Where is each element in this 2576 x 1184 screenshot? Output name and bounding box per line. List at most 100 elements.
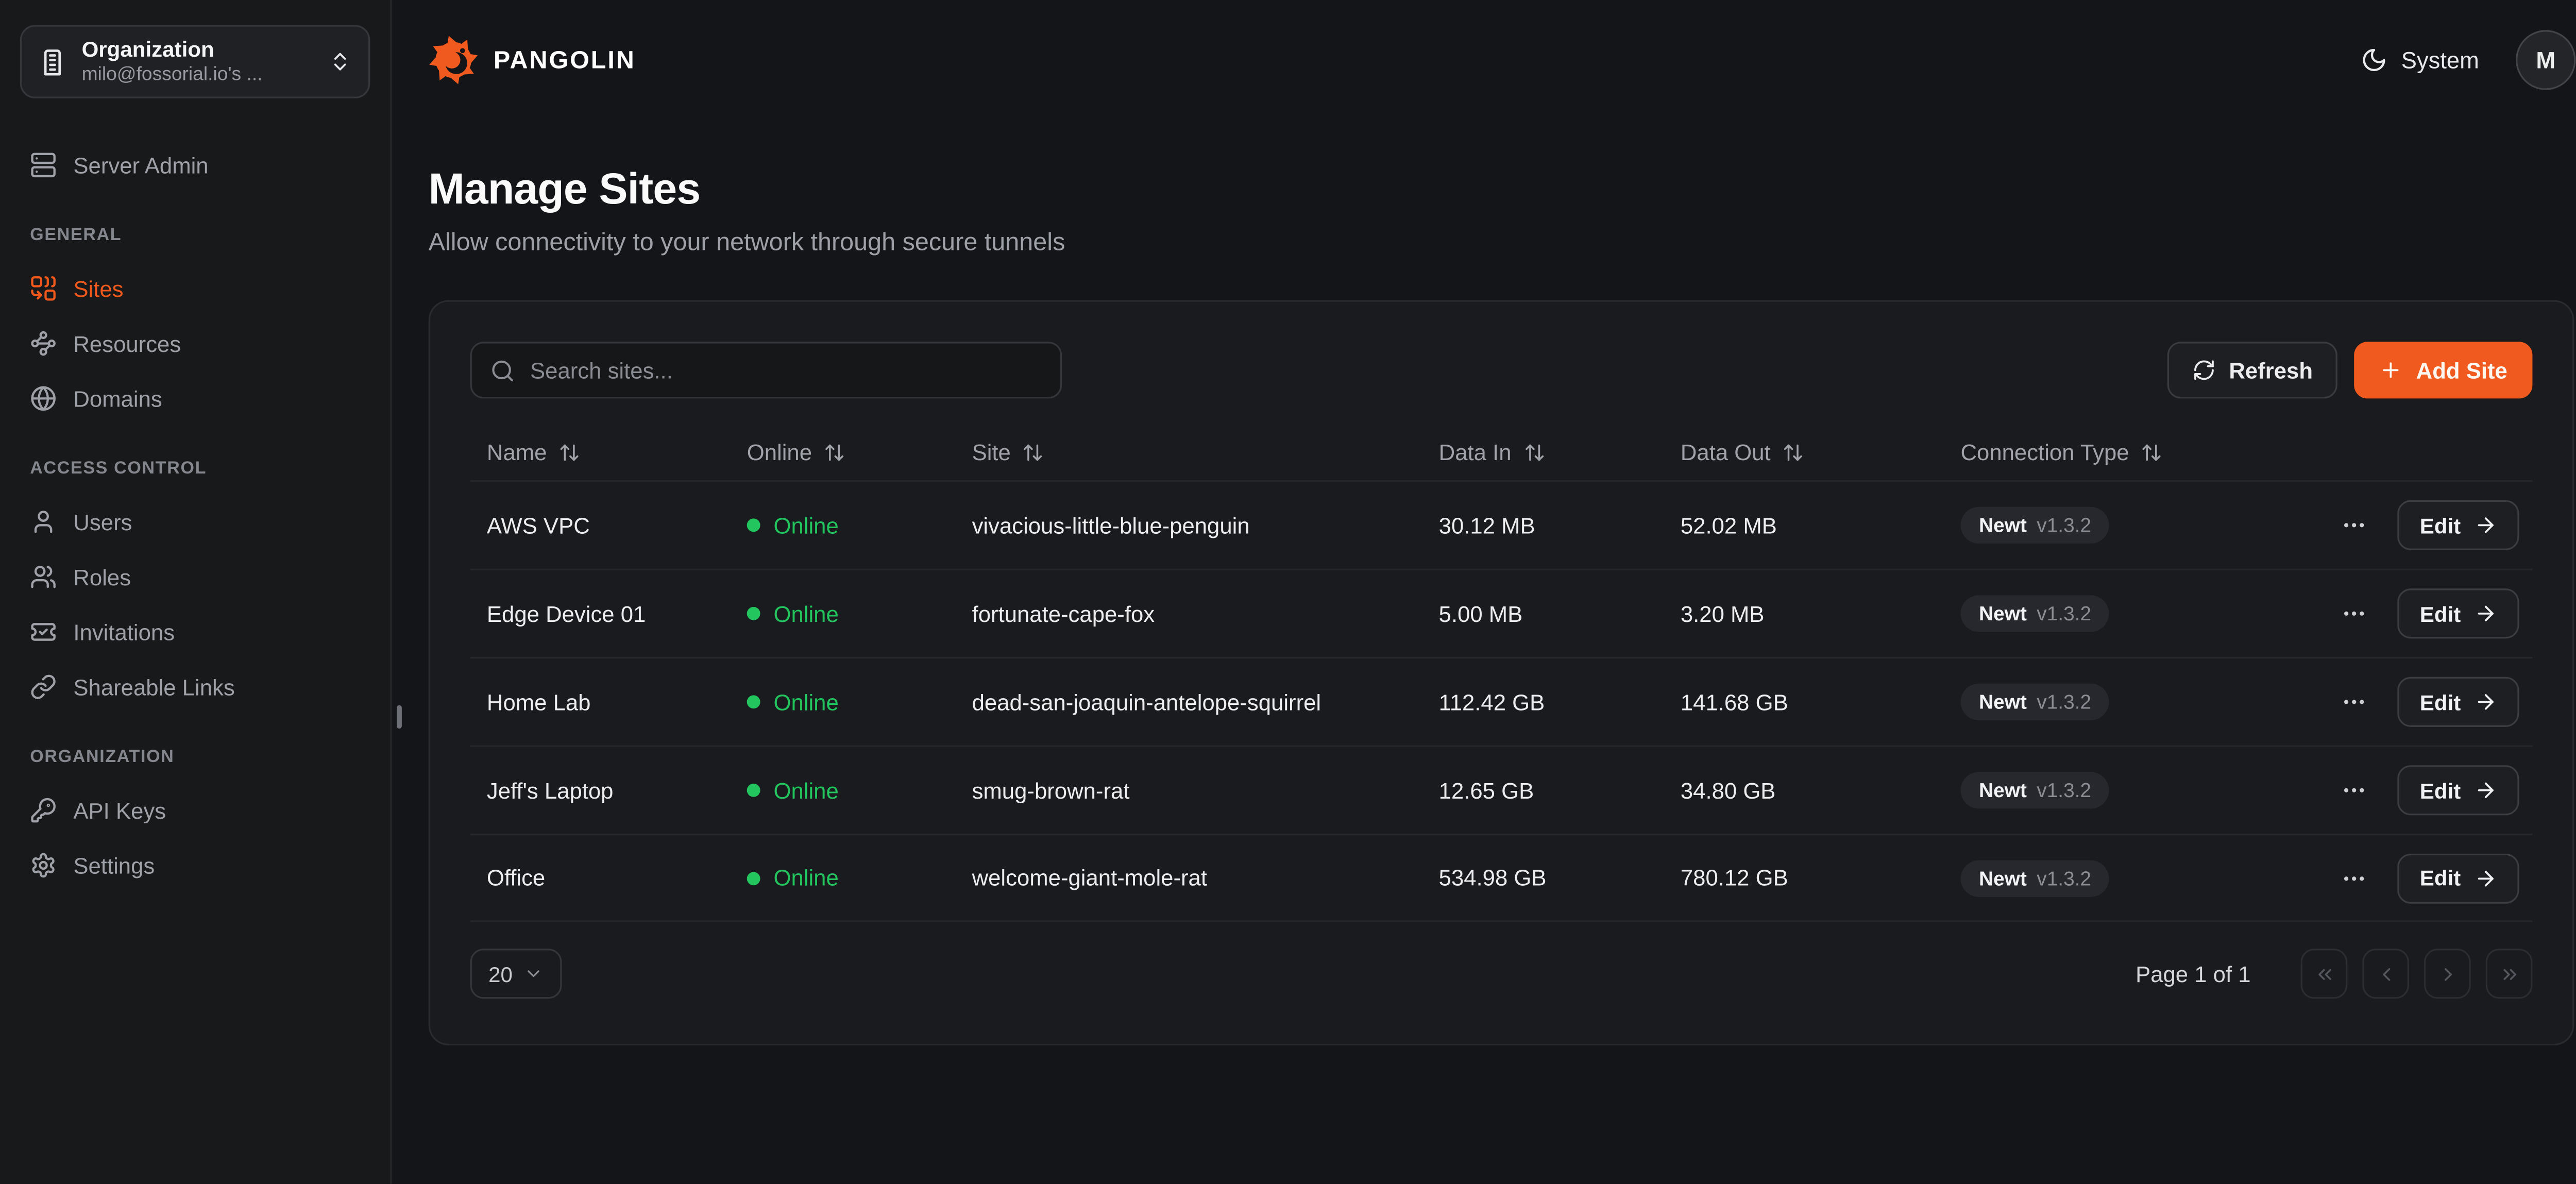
sidebar-item-sites[interactable]: Sites [20, 262, 370, 315]
edit-button[interactable]: Edit [2398, 765, 2519, 815]
first-page-button[interactable] [2301, 949, 2348, 999]
site-name: Office [487, 865, 747, 890]
arrow-right-icon [2474, 779, 2497, 802]
next-page-button[interactable] [2424, 949, 2471, 999]
sidebar-item-resources[interactable]: Resources [20, 317, 370, 370]
waypoints-icon [30, 330, 57, 357]
site-slug: welcome-giant-mole-rat [972, 865, 1439, 890]
chevron-down-icon [524, 963, 545, 984]
chevron-right-icon [2436, 963, 2458, 985]
user-icon [30, 509, 57, 535]
data-in: 534.98 GB [1439, 865, 1681, 890]
column-header-name[interactable]: Name [487, 440, 747, 465]
sidebar-item-label: Settings [73, 853, 155, 878]
data-in: 12.65 GB [1439, 778, 1681, 803]
sidebar-resize-handle[interactable] [397, 705, 402, 729]
pangolin-logo-icon [429, 35, 479, 85]
last-page-button[interactable] [2486, 949, 2533, 999]
edit-button[interactable]: Edit [2398, 588, 2519, 638]
site-slug: vivacious-little-blue-penguin [972, 513, 1439, 538]
edit-button[interactable]: Edit [2398, 853, 2519, 903]
online-dot-icon [747, 695, 760, 708]
data-in: 112.42 GB [1439, 689, 1681, 715]
arrow-right-icon [2474, 866, 2497, 889]
content: Manage Sites Allow connectivity to your … [392, 120, 2576, 1045]
theme-mode-label: System [2401, 47, 2479, 74]
data-in: 30.12 MB [1439, 513, 1681, 538]
sidebar-item-label: Sites [73, 276, 123, 301]
sidebar-section-organization: ORGANIZATION [30, 747, 360, 767]
column-header-data-out[interactable]: Data Out [1681, 440, 1961, 465]
online-dot-icon [747, 607, 760, 620]
sidebar-item-users[interactable]: Users [20, 495, 370, 549]
theme-toggle[interactable]: System [2361, 47, 2479, 74]
page-size-select[interactable]: 20 [470, 949, 563, 999]
sidebar-item-shareable-links[interactable]: Shareable Links [20, 660, 370, 714]
data-out: 141.68 GB [1681, 689, 1961, 715]
online-dot-icon [747, 518, 760, 532]
column-header-online[interactable]: Online [747, 440, 972, 465]
sidebar-item-label: API Keys [73, 798, 166, 823]
arrow-right-icon [2474, 602, 2497, 625]
connection-type-badge: Newtv1.3.2 [1961, 772, 2110, 808]
sidebar-item-roles[interactable]: Roles [20, 550, 370, 604]
row-menu-button[interactable] [2338, 861, 2371, 894]
row-menu-button[interactable] [2338, 597, 2371, 630]
sort-icon [558, 442, 580, 464]
site-name: AWS VPC [487, 513, 747, 538]
chevrons-right-icon [2498, 963, 2520, 985]
edit-button[interactable]: Edit [2398, 677, 2519, 727]
org-selector[interactable]: Organization milo@fossorial.io's ... [20, 25, 370, 98]
key-icon [30, 797, 57, 824]
previous-page-button[interactable] [2362, 949, 2409, 999]
table-row: AWS VPC Online vivacious-little-blue-pen… [470, 480, 2533, 569]
user-avatar[interactable]: M [2516, 30, 2575, 90]
online-dot-icon [747, 871, 760, 885]
sidebar-item-settings[interactable]: Settings [20, 839, 370, 892]
data-in: 5.00 MB [1439, 601, 1681, 627]
row-menu-button[interactable] [2338, 773, 2371, 807]
sidebar-item-server-admin[interactable]: Server Admin [20, 139, 370, 192]
site-name: Edge Device 01 [487, 601, 747, 627]
column-header-connection-type[interactable]: Connection Type [1961, 440, 2336, 465]
page-subtitle: Allow connectivity to your network throu… [429, 228, 2574, 257]
search-input[interactable] [530, 358, 1042, 383]
sites-table: Name Online Site Data In [470, 425, 2533, 922]
ticket-check-icon [30, 619, 57, 646]
gear-icon [30, 852, 57, 879]
table-row: Home Lab Online dead-san-joaquin-antelop… [470, 657, 2533, 746]
page-status: Page 1 of 1 [2136, 961, 2250, 987]
table-header-row: Name Online Site Data In [470, 425, 2533, 480]
sidebar-item-domains[interactable]: Domains [20, 372, 370, 426]
arrow-right-icon [2474, 514, 2497, 537]
sort-icon [1523, 442, 1545, 464]
sidebar-item-label: Invitations [73, 619, 175, 645]
add-site-button[interactable]: Add Site [2354, 342, 2532, 398]
column-header-site[interactable]: Site [972, 440, 1439, 465]
sort-icon [2141, 442, 2162, 464]
sort-icon [824, 442, 845, 464]
data-out: 3.20 MB [1681, 601, 1961, 627]
data-out: 52.02 MB [1681, 513, 1961, 538]
sidebar-item-invitations[interactable]: Invitations [20, 605, 370, 659]
refresh-button[interactable]: Refresh [2167, 342, 2338, 398]
online-dot-icon [747, 784, 760, 797]
column-header-data-in[interactable]: Data In [1439, 440, 1681, 465]
combine-icon [30, 275, 57, 302]
brand-name: PANGOLIN [494, 46, 636, 74]
row-menu-button[interactable] [2338, 509, 2371, 542]
chevrons-left-icon [2313, 963, 2335, 985]
sites-card: Refresh Add Site Name [429, 300, 2574, 1045]
data-out: 780.12 GB [1681, 865, 1961, 890]
sidebar-section-access-control: ACCESS CONTROL [30, 459, 360, 479]
edit-button[interactable]: Edit [2398, 500, 2519, 550]
sidebar-item-label: Domains [73, 386, 162, 411]
row-menu-button[interactable] [2338, 685, 2371, 719]
server-icon [30, 151, 57, 178]
sidebar-section-general: GENERAL [30, 225, 360, 245]
data-out: 34.80 GB [1681, 778, 1961, 803]
site-slug: smug-brown-rat [972, 778, 1439, 803]
users-icon [30, 564, 57, 590]
sidebar-item-api-keys[interactable]: API Keys [20, 784, 370, 837]
sidebar-item-label: Roles [73, 564, 131, 589]
